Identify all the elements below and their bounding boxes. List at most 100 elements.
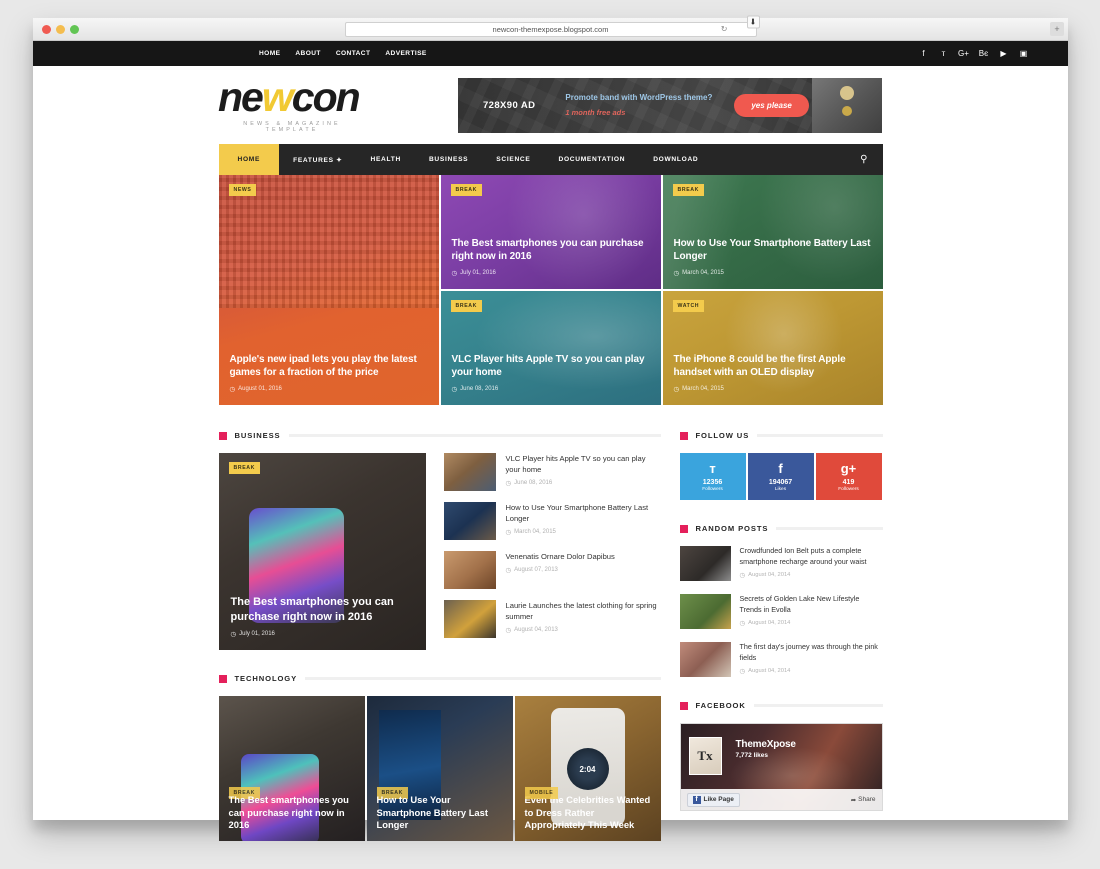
featured-card-4[interactable]: BREAK How to Use Your Smartphone Battery… <box>662 175 883 289</box>
category-badge[interactable]: MOBILE <box>524 787 559 799</box>
post-thumbnail <box>443 600 496 638</box>
reload-icon[interactable]: ↻ <box>721 25 728 34</box>
facebook-share-label: Share <box>858 796 876 803</box>
facebook-page-plugin[interactable]: Tx ThemeXpose 7,772 likes f Like Page ➦ <box>679 723 883 811</box>
twitter-icon[interactable]: ᴛ <box>939 49 948 59</box>
list-item[interactable]: VLC Player hits Apple TV so you can play… <box>443 453 661 491</box>
clock-icon: ◷ <box>739 667 746 675</box>
nav-item-health[interactable]: HEALTH <box>357 144 415 175</box>
category-badge[interactable]: WATCH <box>672 300 705 312</box>
clock-icon: ◷ <box>230 631 237 638</box>
category-badge[interactable]: BREAK <box>228 462 260 474</box>
new-tab-button[interactable]: + <box>1050 22 1064 36</box>
nav-item-documentation[interactable]: DOCUMENTATION <box>544 144 639 175</box>
nav-item-science[interactable]: SCIENCE <box>482 144 544 175</box>
nav-item-features[interactable]: FEATURES ✦ <box>279 144 356 175</box>
clock-icon: ◷ <box>451 270 458 277</box>
sidebar: FOLLOW US ᴛ 12356 Followers f 194067 Lik… <box>679 431 883 841</box>
youtube-icon[interactable]: ▶ <box>999 49 1008 59</box>
post-date: ◷ August 04, 2014 <box>740 667 883 675</box>
featured-card-2[interactable]: BREAK The Best smartphones you can purch… <box>440 175 661 289</box>
list-item[interactable]: Laurie Launches the latest clothing for … <box>443 600 661 638</box>
close-window-button[interactable] <box>42 24 51 34</box>
section-divider <box>757 434 883 437</box>
header-ad-banner[interactable]: 728X90 AD Promote band with WordPress th… <box>458 77 882 133</box>
featured-date-text: June 08, 2016 <box>460 386 499 392</box>
post-date: ◷ August 04, 2013 <box>506 626 661 634</box>
technology-card-1[interactable]: BREAK The Best smartphones you can purch… <box>218 696 365 841</box>
featured-posts-grid: NEWS Apple's new ipad lets you play the … <box>218 175 883 405</box>
technology-card-2[interactable]: BREAK How to Use Your Smartphone Battery… <box>366 696 513 841</box>
business-hero-date: ◷ July 01, 2016 <box>231 630 414 638</box>
facebook-share-button[interactable]: ➦ Share <box>851 796 876 804</box>
category-badge[interactable]: BREAK <box>450 184 482 196</box>
ad-cta-button[interactable]: yes please <box>734 93 809 117</box>
post-date-text: March 04, 2015 <box>514 529 556 535</box>
ad-person-photo <box>812 77 882 133</box>
nav-item-business[interactable]: BUSINESS <box>415 144 482 175</box>
category-badge[interactable]: BREAK <box>450 300 482 312</box>
business-block: BREAK The Best smartphones you can purch… <box>218 453 661 650</box>
nav-item-download[interactable]: DOWNLOAD <box>639 144 712 175</box>
category-badge[interactable]: BREAK <box>672 184 704 196</box>
section-title: FACEBOOK <box>695 701 746 710</box>
site-logo[interactable]: newcon NEWS & MAGAZINE TEMPLATE <box>218 74 403 134</box>
business-post-list: VLC Player hits Apple TV so you can play… <box>443 453 661 650</box>
window-traffic-lights[interactable] <box>42 24 79 34</box>
browser-window: newcon-themexpose.blogspot.com ↻ ⬇ + HOM… <box>33 15 1068 841</box>
list-item[interactable]: The first day's journey was through the … <box>679 642 883 677</box>
behance-icon[interactable]: Bє <box>979 49 988 59</box>
facebook-like-button[interactable]: f Like Page <box>686 792 740 807</box>
business-hero-card[interactable]: BREAK The Best smartphones you can purch… <box>218 453 426 650</box>
featured-date: ◷ March 04, 2015 <box>674 385 872 393</box>
google-plus-icon[interactable]: G+ <box>958 49 969 59</box>
facebook-page-avatar: Tx <box>688 737 722 775</box>
social-count: 12356 <box>702 478 723 486</box>
social-counter-google-plus[interactable]: g+ 419 Followers <box>815 453 882 500</box>
section-header-business: BUSINESS <box>218 431 661 440</box>
address-bar[interactable]: newcon-themexpose.blogspot.com ↻ <box>344 21 757 37</box>
facebook-icon[interactable]: f <box>919 49 928 59</box>
list-item[interactable]: Secrets of Golden Lake New Lifestyle Tre… <box>679 594 883 629</box>
social-counter-twitter[interactable]: ᴛ 12356 Followers <box>679 453 746 500</box>
instagram-icon[interactable]: ▣ <box>1019 49 1028 59</box>
featured-date: ◷ June 08, 2016 <box>452 385 650 393</box>
post-thumbnail <box>443 502 496 540</box>
download-icon[interactable]: ⬇ <box>746 15 760 29</box>
featured-card-5[interactable]: WATCH The iPhone 8 could be the first Ap… <box>662 291 883 405</box>
post-thumbnail <box>679 594 731 629</box>
new-tab-label: + <box>1054 24 1060 34</box>
logo-part-pre: ne <box>218 74 264 120</box>
maximize-window-button[interactable] <box>70 24 79 34</box>
featured-title: The Best smartphones you can purchase ri… <box>451 238 644 262</box>
topnav-item-contact[interactable]: CONTACT <box>336 50 371 57</box>
post-thumbnail <box>443 551 496 589</box>
post-title: Secrets of Golden Lake New Lifestyle Tre… <box>739 594 860 614</box>
post-date-text: August 04, 2014 <box>748 619 791 626</box>
technology-card-grid: BREAK The Best smartphones you can purch… <box>218 696 661 841</box>
list-item[interactable]: How to Use Your Smartphone Battery Last … <box>443 502 661 540</box>
list-item[interactable]: Venenatis Ornare Dolor Dapibus ◷ August 0… <box>443 551 661 589</box>
post-thumbnail <box>679 546 731 581</box>
topnav-item-home[interactable]: HOME <box>259 50 280 57</box>
nav-item-home[interactable]: HOME <box>218 144 280 175</box>
post-thumbnail <box>679 642 731 677</box>
search-icon[interactable]: ⚲ <box>860 144 882 175</box>
primary-nav: HOME FEATURES ✦ HEALTH BUSINESS SCIENCE … <box>218 144 883 175</box>
featured-card-main[interactable]: NEWS Apple's new ipad lets you play the … <box>218 175 439 405</box>
minimize-window-button[interactable] <box>56 24 65 34</box>
topnav-item-about[interactable]: ABOUT <box>295 50 320 57</box>
technology-card-3[interactable]: 2:04 MOBILE Even the Celebrities Wanted … <box>514 696 661 841</box>
technology-card-title: The Best smartphones you can purchase ri… <box>228 794 349 830</box>
social-counter-facebook[interactable]: f 194067 Likes <box>747 453 814 500</box>
category-badge[interactable]: NEWS <box>228 184 257 196</box>
facebook-page-info: ThemeXpose 7,772 likes <box>736 739 796 759</box>
list-item[interactable]: Crowdfunded Ion Belt puts a complete sma… <box>679 546 883 581</box>
featured-card-3[interactable]: BREAK VLC Player hits Apple TV so you ca… <box>440 291 661 405</box>
facebook-like-label: Like Page <box>703 796 734 803</box>
clock-icon: ◷ <box>505 627 512 634</box>
utility-nav-bar: HOME ABOUT CONTACT ADVERTISE f ᴛ G+ Bє ▶… <box>33 41 1068 66</box>
utility-social-links: f ᴛ G+ Bє ▶ ▣ <box>919 49 1028 59</box>
topnav-item-advertise[interactable]: ADVERTISE <box>385 50 426 57</box>
facebook-icon: f <box>692 795 701 804</box>
